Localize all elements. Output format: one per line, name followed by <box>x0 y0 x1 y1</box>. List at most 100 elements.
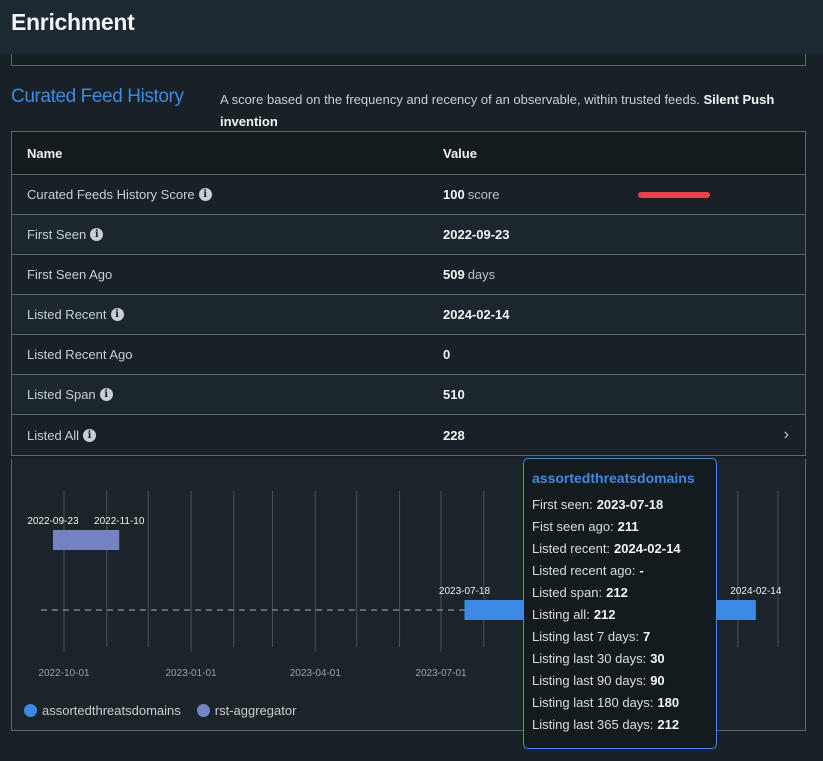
row-value: 2022-09-23 <box>443 227 510 242</box>
chart-tooltip: assortedthreatsdomains First seen: 2023-0… <box>523 458 717 749</box>
top-bar: Enrichment <box>0 0 823 54</box>
legend-item-assortedthreatsdomains[interactable]: assortedthreatsdomains <box>24 703 181 718</box>
info-icon[interactable]: i <box>198 188 212 201</box>
section-description: A score based on the frequency and recen… <box>220 89 800 133</box>
row-value: 2024-02-14 <box>443 307 510 322</box>
tooltip-label: First seen: <box>532 497 593 512</box>
score-bar <box>638 192 710 198</box>
previous-section-box <box>11 54 806 66</box>
row-value-text: 509 <box>443 267 465 282</box>
row-name: Curated Feeds History Score i <box>27 187 212 202</box>
tooltip-value: 90 <box>650 673 665 688</box>
table-header: Name Value <box>12 132 805 175</box>
table-row: Listed Recent Ago 0 <box>12 335 805 375</box>
bar-start-label: 2022-09-23 <box>27 516 79 527</box>
page-title: Enrichment <box>11 9 135 35</box>
tooltip-row: Listed recent: 2024-02-14 <box>532 538 708 560</box>
tooltip-label: Listing all: <box>532 607 590 622</box>
row-value: 510 <box>443 387 465 402</box>
row-value: 228 <box>443 428 465 443</box>
tooltip-row: Listed span: 212 <box>532 582 708 604</box>
legend-label: rst-aggregator <box>214 703 297 718</box>
tooltip-title: assortedthreatsdomains <box>532 470 695 486</box>
row-value-text: 228 <box>443 427 465 443</box>
legend-label: assortedthreatsdomains <box>42 703 181 718</box>
tooltip-label: Listing last 180 days: <box>532 695 654 710</box>
row-name-text: First Seen <box>27 227 87 242</box>
tooltip-value: 212 <box>657 717 680 732</box>
row-name: Listed Recent i <box>27 307 124 322</box>
row-name-text: Listed All <box>27 427 80 443</box>
tooltip-value: 2023-07-18 <box>596 497 664 512</box>
tooltip-label: Listing last 30 days: <box>532 651 647 666</box>
table-row: Listed Recent i 2024-02-14 <box>12 295 805 335</box>
table-row: Listed Span i 510 <box>12 375 805 415</box>
tooltip-row: Listing last 7 days: 7 <box>532 626 708 648</box>
tooltip-value: 2024-02-14 <box>614 541 681 556</box>
info-icon[interactable]: i <box>90 228 104 241</box>
row-value: 509 days <box>443 267 495 282</box>
info-icon[interactable]: i <box>99 388 113 401</box>
section-description-text: A score based on the frequency and recen… <box>220 92 700 107</box>
row-value-text: 0 <box>443 347 451 362</box>
bar-end-label: 2022-11-10 <box>94 516 145 527</box>
row-value: 0 <box>443 347 450 362</box>
row-name-text: Curated Feeds History Score <box>27 187 195 202</box>
row-value-text: 510 <box>443 387 465 402</box>
row-name: Listed All i <box>27 427 97 443</box>
chevron-right-icon[interactable]: › <box>784 426 789 444</box>
tooltip-value: 30 <box>650 651 665 666</box>
legend-item-rst-aggregator[interactable]: rst-aggregator <box>196 703 297 718</box>
column-header-name: Name <box>27 145 63 161</box>
tooltip-value: 212 <box>606 585 628 600</box>
row-name: First Seen i <box>27 227 104 242</box>
row-name-text: First Seen Ago <box>27 267 113 282</box>
tooltip-row: Listed recent ago: - <box>532 560 708 582</box>
row-name-text: Listed Recent Ago <box>27 347 133 362</box>
x-tick-label: 2023-07-01 <box>415 668 467 679</box>
bar-end-label: 2024-02-14 <box>730 586 782 597</box>
tooltip-row: Fist seen ago: 211 <box>532 516 708 538</box>
tooltip-label: Listed span: <box>532 585 603 600</box>
legend-dot-icon <box>24 704 37 717</box>
curated-feed-table: Name Value Curated Feeds History Score i 1… <box>11 131 806 456</box>
tooltip-label: Fist seen ago: <box>532 519 614 534</box>
tooltip-row: First seen: 2023-07-18 <box>532 494 708 516</box>
tooltip-label: Listing last 365 days: <box>532 717 654 732</box>
tooltip-label: Listing last 7 days: <box>532 629 639 644</box>
row-name-text: Listed Span <box>27 387 96 402</box>
tooltip-row: Listing last 30 days: 30 <box>532 648 708 670</box>
tooltip-value: - <box>639 563 644 578</box>
info-icon[interactable]: i <box>110 308 124 321</box>
bar-rst-aggregator <box>52 530 120 550</box>
row-name: Listed Span i <box>27 387 113 402</box>
tooltip-label: Listed recent: <box>532 541 611 556</box>
x-tick-label: 2022-10-01 <box>38 668 90 679</box>
info-icon[interactable]: i <box>83 428 97 442</box>
tooltip-label: Listing last 90 days: <box>532 673 647 688</box>
row-value-text: 100 <box>443 187 465 202</box>
row-value-text: 2022-09-23 <box>443 227 510 242</box>
x-tick-label: 2023-01-01 <box>165 668 217 679</box>
legend-dot-icon <box>196 704 210 717</box>
tooltip-value: 7 <box>642 629 651 644</box>
row-name-text: Listed Recent <box>27 307 107 322</box>
tooltip-label: Listed recent ago: <box>532 563 636 578</box>
table-row[interactable]: Listed All i 228 › <box>12 415 805 455</box>
row-name: First Seen Ago <box>27 267 112 282</box>
section-title: Curated Feed History <box>11 86 184 107</box>
bar-start-label: 2023-07-18 <box>439 586 491 597</box>
chart-legend: assortedthreatsdomains rst-aggregator <box>24 703 296 718</box>
tooltip-row: Listing last 90 days: 90 <box>532 670 708 692</box>
row-value: 100 score <box>443 187 500 202</box>
tooltip-row: Listing last 365 days: 212 <box>532 714 708 736</box>
table-row: Curated Feeds History Score i 100 score <box>12 175 805 215</box>
row-value-unit: days <box>467 267 496 282</box>
x-tick-label: 2023-04-01 <box>290 668 342 679</box>
column-header-value: Value <box>443 145 477 161</box>
tooltip-value: 211 <box>617 519 639 534</box>
table-row: First Seen i 2022-09-23 <box>12 215 805 255</box>
tooltip-value: 180 <box>657 695 680 710</box>
row-value-unit: score <box>467 187 500 202</box>
tooltip-row: Listing all: 212 <box>532 604 708 626</box>
